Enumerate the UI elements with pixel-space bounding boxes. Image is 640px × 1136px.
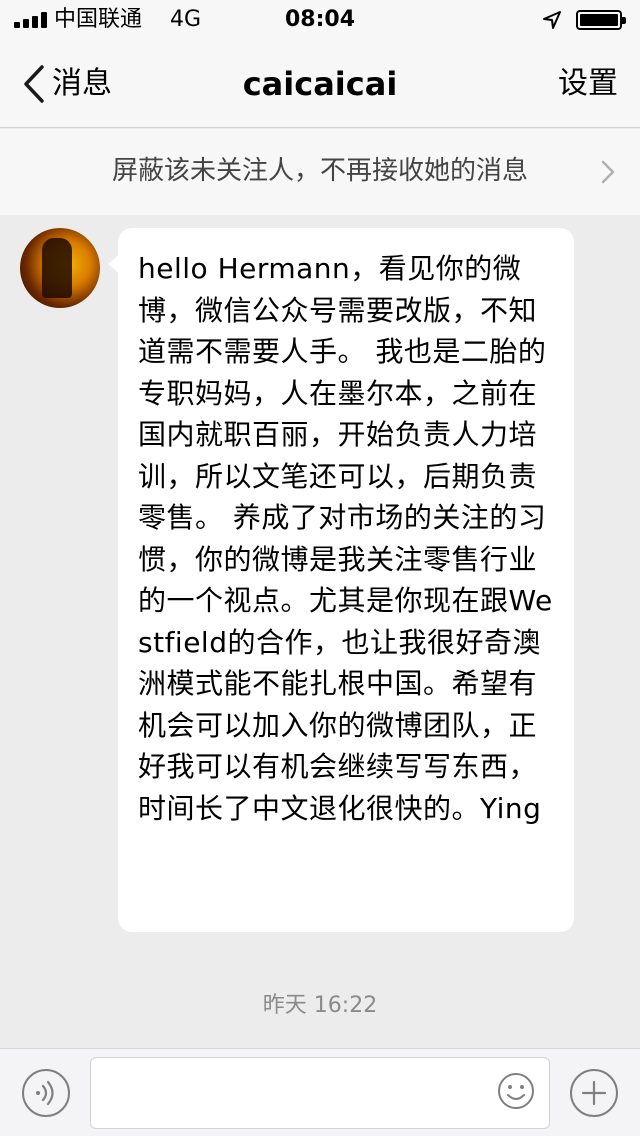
block-user-banner[interactable]: 屏蔽该未关注人，不再接收她的消息 xyxy=(0,129,640,215)
message-timestamp: 昨天 16:22 xyxy=(262,993,378,1018)
message-text: hello Hermann，看见你的微博，微信公众号需要改版，不知道需不需要人手… xyxy=(138,252,553,825)
location-icon xyxy=(543,11,561,29)
input-bar xyxy=(0,1048,640,1136)
settings-button[interactable]: 设置 xyxy=(558,62,618,106)
plus-icon[interactable] xyxy=(570,1069,618,1117)
voice-icon[interactable] xyxy=(22,1069,70,1117)
status-bar: 中国联通 4G 08:04 xyxy=(0,0,640,40)
battery-icon xyxy=(576,10,626,30)
chevron-right-icon xyxy=(601,160,615,184)
page-title: caicaicai xyxy=(242,65,398,103)
avatar[interactable] xyxy=(20,228,100,308)
message-bubble[interactable]: hello Hermann，看见你的微博，微信公众号需要改版，不知道需不需要人手… xyxy=(108,228,574,932)
block-user-text: 屏蔽该未关注人，不再接收她的消息 xyxy=(111,156,528,186)
nav-bar: 消息 caicaicai 设置 xyxy=(0,40,640,128)
message-input[interactable] xyxy=(90,1057,550,1129)
emoji-icon[interactable] xyxy=(496,1071,536,1111)
